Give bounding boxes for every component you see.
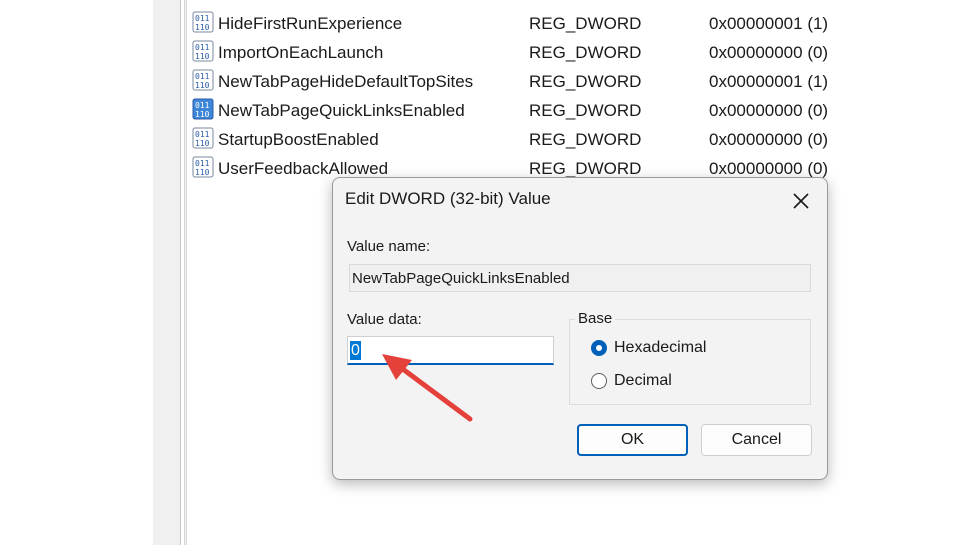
value-name-field: NewTabPageQuickLinksEnabled bbox=[349, 264, 811, 292]
registry-value-row[interactable]: 011 110 UserFeedbackAllowed REG_DWORD 0x0… bbox=[188, 150, 969, 179]
value-type: REG_DWORD bbox=[529, 14, 642, 33]
registry-value-row-selected[interactable]: 011 110 NewTabPageQuickLinksEnabled REG_D… bbox=[188, 92, 969, 121]
radio-unchecked-icon bbox=[591, 373, 607, 389]
svg-text:110: 110 bbox=[195, 139, 210, 148]
cancel-button[interactable]: Cancel bbox=[701, 424, 812, 456]
svg-text:110: 110 bbox=[195, 168, 210, 177]
hexadecimal-radio[interactable]: Hexadecimal bbox=[591, 336, 706, 360]
svg-text:011: 011 bbox=[195, 14, 210, 23]
binary-value-icon: 011110 bbox=[192, 11, 214, 33]
svg-text:011: 011 bbox=[195, 101, 210, 110]
decimal-label: Decimal bbox=[614, 372, 672, 389]
edit-dword-dialog: Edit DWORD (32-bit) Value Value name: Ne… bbox=[332, 177, 828, 480]
value-data-label: Value data: bbox=[347, 311, 422, 328]
registry-value-row[interactable]: 011 110 NewTabPageHideDefaultTopSites REG… bbox=[188, 63, 969, 92]
left-margin bbox=[0, 0, 153, 545]
registry-value-row[interactable]: 011 110 ImportOnEachLaunch REG_DWORD 0x00… bbox=[188, 34, 969, 63]
pane-splitter[interactable] bbox=[184, 0, 187, 545]
dialog-title: Edit DWORD (32-bit) Value bbox=[345, 189, 551, 208]
value-data: 0x00000000 (0) bbox=[709, 130, 829, 149]
registry-value-row[interactable]: 011 110 HideFirstRunExperience REG_DWORD … bbox=[188, 5, 969, 34]
svg-text:011: 011 bbox=[195, 43, 210, 52]
svg-text:011: 011 bbox=[195, 72, 210, 81]
svg-text:110: 110 bbox=[195, 23, 210, 32]
svg-text:110: 110 bbox=[195, 110, 210, 119]
binary-value-icon: 011110 bbox=[192, 69, 214, 91]
svg-text:110: 110 bbox=[195, 52, 210, 61]
value-name-label: Value name: bbox=[347, 238, 431, 255]
value-name: ImportOnEachLaunch bbox=[218, 43, 384, 62]
value-name: NewTabPageHideDefaultTopSites bbox=[218, 72, 474, 91]
value-type: REG_DWORD bbox=[529, 159, 642, 178]
value-data: 0x00000000 (0) bbox=[709, 159, 829, 178]
value-type: REG_DWORD bbox=[529, 130, 642, 149]
value-data: 0x00000000 (0) bbox=[709, 43, 829, 62]
binary-value-icon: 011110 bbox=[192, 127, 214, 149]
hexadecimal-label: Hexadecimal bbox=[614, 339, 707, 356]
value-name: UserFeedbackAllowed bbox=[218, 159, 389, 178]
binary-value-icon: 011110 bbox=[192, 40, 214, 62]
value-name: StartupBoostEnabled bbox=[218, 130, 379, 149]
registry-key-tree-pane[interactable] bbox=[153, 0, 181, 545]
close-icon bbox=[793, 193, 809, 209]
value-data: 0x00000001 (1) bbox=[709, 72, 829, 91]
svg-text:011: 011 bbox=[195, 130, 210, 139]
ok-button[interactable]: OK bbox=[577, 424, 688, 456]
svg-text:011: 011 bbox=[195, 159, 210, 168]
value-type: REG_DWORD bbox=[529, 72, 642, 91]
value-name: HideFirstRunExperience bbox=[218, 14, 403, 33]
decimal-radio[interactable]: Decimal bbox=[591, 369, 672, 393]
radio-checked-icon bbox=[591, 340, 607, 356]
value-data: 0x00000000 (0) bbox=[709, 101, 829, 120]
value-data: 0x00000001 (1) bbox=[709, 14, 829, 33]
close-button[interactable] bbox=[779, 184, 823, 218]
base-label: Base bbox=[575, 310, 616, 327]
binary-value-icon: 011110 bbox=[192, 98, 214, 120]
red-arrow-annotation bbox=[382, 354, 473, 422]
binary-value-icon: 011110 bbox=[192, 156, 214, 178]
svg-text:110: 110 bbox=[195, 81, 210, 90]
value-type: REG_DWORD bbox=[529, 43, 642, 62]
registry-value-row[interactable]: 011 110 StartupBoostEnabled REG_DWORD 0x0… bbox=[188, 121, 969, 150]
value-type: REG_DWORD bbox=[529, 101, 642, 120]
value-name: NewTabPageQuickLinksEnabled bbox=[218, 101, 465, 120]
